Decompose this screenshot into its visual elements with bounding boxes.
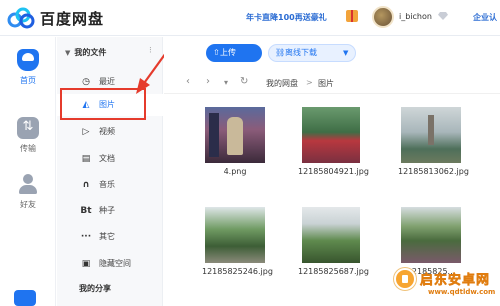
file-item[interactable]: 12185813062.jpg bbox=[398, 107, 469, 176]
offline-download-label: 离线下载 bbox=[285, 48, 317, 57]
breadcrumb-root[interactable]: 我的网盘 bbox=[266, 78, 298, 89]
breadcrumb-separator: > bbox=[306, 78, 313, 87]
transfer-icon bbox=[17, 117, 39, 139]
watermark: 启东安卓网 www.qdtldw.com bbox=[394, 268, 500, 306]
file-item[interactable]: 12185804921.jpg bbox=[298, 107, 369, 176]
watermark-title: 启东安卓网 bbox=[420, 273, 491, 289]
enterprise-link[interactable]: 企业认 bbox=[473, 12, 497, 23]
nav-item-music[interactable]: ∩ 音乐 bbox=[57, 174, 163, 196]
nav-label-documents: 文档 bbox=[99, 154, 115, 163]
watermark-url: www.qdtldw.com bbox=[428, 288, 496, 296]
play-icon: ▷ bbox=[82, 127, 90, 137]
rail-label-friends: 好友 bbox=[20, 200, 36, 209]
nav-item-other[interactable]: ··· 其它 bbox=[57, 226, 163, 248]
main-content: ⇧ 上传 ⛓ 离线下载 ▼ ‹ › ▾ ↻ 我的网盘 > 图片 4.png 12… bbox=[164, 37, 500, 306]
upload-icon: ⇧ bbox=[213, 48, 220, 57]
avatar[interactable] bbox=[372, 6, 394, 28]
file-thumbnail bbox=[205, 207, 265, 263]
nav-label-torrents: 种子 bbox=[99, 206, 115, 215]
bt-icon: Bt bbox=[80, 206, 92, 216]
watermark-logo-icon bbox=[394, 268, 416, 290]
file-thumbnail bbox=[401, 207, 461, 263]
nav-item-documents[interactable]: ▤ 文档 bbox=[57, 148, 163, 170]
rail-label-transfer: 传输 bbox=[20, 144, 36, 153]
file-name: 12185825687.jpg bbox=[298, 267, 369, 276]
document-icon: ▤ bbox=[81, 154, 91, 164]
rail-item-home[interactable]: 首页 bbox=[0, 43, 56, 93]
caret-down-icon: ▼ bbox=[65, 49, 71, 57]
top-bar: 百度网盘 年卡直降100再送豪礼 i_bichon 企业认 bbox=[0, 0, 500, 36]
nav-item-torrents[interactable]: Bt 种子 bbox=[57, 200, 163, 222]
lock-icon: ▣ bbox=[81, 259, 91, 269]
gift-icon[interactable] bbox=[346, 10, 358, 22]
my-files-header[interactable]: ▼ 我的文件 bbox=[65, 47, 106, 58]
forward-icon[interactable]: › bbox=[206, 76, 210, 87]
upload-label: 上传 bbox=[220, 48, 236, 57]
promo-link[interactable]: 年卡直降100再送豪礼 bbox=[246, 12, 327, 23]
link-icon: ⛓ bbox=[275, 48, 286, 57]
nav-label-music: 音乐 bbox=[99, 180, 115, 189]
left-rail: 首页 传输 好友 bbox=[0, 37, 56, 306]
file-name: 4.png bbox=[223, 167, 247, 176]
nav-label-hidden-space: 隐藏空间 bbox=[99, 259, 131, 268]
upload-button[interactable]: ⇧ 上传 bbox=[206, 44, 262, 62]
offline-download-button[interactable]: ⛓ 离线下载 ▼ bbox=[268, 44, 356, 62]
breadcrumb-current: 图片 bbox=[318, 79, 334, 88]
my-files-label: 我的文件 bbox=[74, 48, 107, 57]
file-item[interactable]: 4.png bbox=[202, 107, 268, 176]
file-name: 12185813062.jpg bbox=[398, 167, 469, 176]
file-name: 12185804921.jpg bbox=[298, 167, 369, 176]
rail-label-home: 首页 bbox=[20, 76, 36, 85]
rail-item-transfer[interactable]: 传输 bbox=[0, 111, 56, 161]
friends-icon bbox=[17, 173, 39, 195]
nav-label-videos: 视频 bbox=[99, 127, 115, 136]
file-thumbnail bbox=[302, 207, 360, 263]
dropdown-caret-icon: ▼ bbox=[343, 49, 349, 57]
app-switch-icon[interactable] bbox=[14, 290, 36, 306]
baidu-netdisk-logo[interactable] bbox=[6, 6, 36, 30]
brand-name: 百度网盘 bbox=[40, 10, 105, 28]
username[interactable]: i_bichon bbox=[399, 12, 432, 21]
more-icon: ··· bbox=[80, 232, 92, 242]
file-thumbnail bbox=[302, 107, 360, 163]
file-item[interactable]: 12185825246.jpg bbox=[202, 207, 273, 276]
file-item[interactable]: 12185825... bbox=[398, 207, 464, 276]
home-cloud-icon bbox=[17, 49, 39, 71]
refresh-icon[interactable]: ↻ bbox=[240, 76, 248, 87]
nav-item-hidden-space[interactable]: ▣ 隐藏空间 bbox=[57, 253, 163, 275]
back-icon[interactable]: ‹ bbox=[186, 76, 190, 87]
file-name: 12185825246.jpg bbox=[202, 267, 273, 276]
headphones-icon: ∩ bbox=[82, 180, 90, 190]
file-item[interactable]: 12185825687.jpg bbox=[298, 207, 369, 276]
vip-diamond-icon[interactable] bbox=[438, 12, 448, 20]
rail-item-friends[interactable]: 好友 bbox=[0, 167, 56, 217]
nav-item-videos[interactable]: ▷ 视频 bbox=[57, 121, 163, 143]
path-bar: ‹ › ▾ ↻ 我的网盘 > 图片 bbox=[164, 72, 500, 94]
my-share-header[interactable]: 我的分享 bbox=[79, 283, 111, 294]
nav-label-other: 其它 bbox=[99, 232, 115, 241]
file-thumbnail bbox=[401, 107, 461, 163]
file-thumbnail bbox=[205, 107, 265, 163]
history-dropdown-icon[interactable]: ▾ bbox=[224, 78, 228, 87]
